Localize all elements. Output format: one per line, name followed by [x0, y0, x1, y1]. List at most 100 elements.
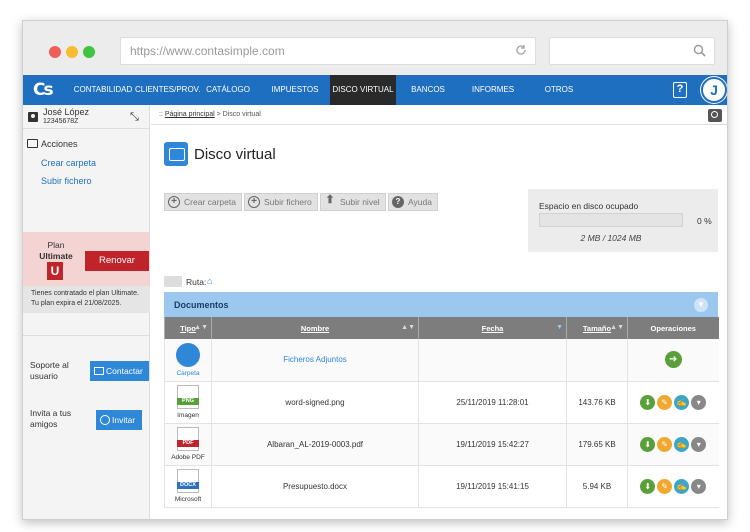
sign-icon[interactable]: ✍ [674, 436, 690, 452]
nav-catalogo[interactable]: CATÁLOGO [203, 75, 253, 105]
breadcrumb-bar: :: Página principal > Disco virtual [151, 105, 727, 125]
more-options-icon[interactable]: ▾ [691, 436, 707, 452]
page-search-icon[interactable] [708, 109, 722, 122]
path-label: Ruta: [186, 277, 207, 287]
folder-outline-icon [27, 139, 38, 148]
documents-header: Documentos ▼ [164, 292, 718, 317]
nav-bancos[interactable]: BANCOS [403, 75, 453, 105]
folder-icon [176, 342, 200, 367]
contasimple-logo[interactable]: Cs [33, 79, 55, 101]
more-options-icon[interactable]: ▾ [691, 478, 707, 494]
nav-disco-virtual[interactable]: DISCO VIRTUAL [330, 75, 396, 105]
disk-usage-bar [539, 213, 683, 227]
breadcrumb-home-link[interactable]: Página principal [165, 111, 215, 118]
table-row[interactable]: DOCX Microsoft Presupuesto.docx 19/11/201… [164, 465, 719, 508]
search-icon [693, 44, 706, 57]
plus-icon: + [168, 196, 180, 208]
sign-icon[interactable]: ✍ [674, 394, 690, 410]
question-icon: ? [392, 196, 404, 208]
user-name: José López [43, 107, 90, 117]
collapse-icon[interactable]: ⤡ [130, 111, 139, 124]
user-avatar[interactable]: J [701, 77, 727, 103]
type-label: Carpeta [176, 369, 200, 377]
breadcrumb: :: Página principal > Disco virtual [159, 111, 261, 118]
col-nombre-label: Nombre [300, 323, 330, 333]
col-tamano[interactable]: Tamaño ▲▼ [566, 317, 628, 339]
virtual-disk-icon [164, 142, 188, 166]
plus-icon: + [248, 196, 260, 208]
contact-button[interactable]: Contactar [90, 361, 149, 381]
renew-button[interactable]: Renovar [85, 251, 149, 271]
row-date: 25/11/2019 11:28:01 [418, 381, 567, 424]
breadcrumb-separator: > [216, 111, 221, 118]
reload-icon[interactable] [515, 44, 527, 56]
up-level-button[interactable]: ⬆ Subir nivel [320, 193, 386, 211]
up-level-label: Subir nivel [340, 197, 380, 207]
sort-icon: ▲▼ [610, 324, 624, 331]
help-icon[interactable]: ? [673, 82, 687, 98]
address-text: https://www.contasimple.com [130, 44, 285, 58]
nav-otros[interactable]: OTROS [535, 75, 583, 105]
upload-file-button[interactable]: + Subir fichero [244, 193, 318, 211]
col-fecha[interactable]: Fecha ▼ [418, 317, 567, 339]
page-title: Disco virtual [194, 146, 276, 163]
nav-clientes[interactable]: CLIENTES/PROV. [135, 75, 201, 105]
user-id: 12345678Z [43, 118, 79, 125]
row-name[interactable]: word-signed.png [211, 381, 419, 424]
sidebar-create-folder-link[interactable]: Crear carpeta [41, 158, 96, 168]
row-name[interactable]: Presupuesto.docx [211, 465, 419, 508]
row-name[interactable]: Ficheros Adjuntos [211, 339, 419, 382]
row-size: 5.94 KB [566, 465, 628, 508]
nav-informes[interactable]: INFORMES [467, 75, 519, 105]
edit-icon[interactable]: ✎ [657, 394, 673, 410]
documents-title: Documentos [174, 300, 229, 310]
actions-title: Acciones [41, 139, 78, 149]
nav-contabilidad[interactable]: CONTABILIDAD [71, 75, 135, 105]
invite-button[interactable]: Invitar [96, 410, 142, 430]
open-folder-icon[interactable]: ➜ [664, 351, 682, 369]
row-date: 19/11/2019 15:41:15 [418, 465, 567, 508]
help-button[interactable]: ? Ayuda [388, 193, 438, 211]
row-name[interactable]: Albaran_AL-2019-0003.pdf [211, 423, 419, 466]
row-type: Carpeta [164, 339, 212, 382]
edit-icon[interactable]: ✎ [657, 478, 673, 494]
download-icon[interactable]: ⬇ [640, 394, 656, 410]
sign-icon[interactable]: ✍ [674, 478, 690, 494]
download-icon[interactable]: ⬇ [640, 478, 656, 494]
col-tipo[interactable]: Tipo ▲▼ [164, 317, 212, 339]
folder-name-link[interactable]: Ficheros Adjuntos [283, 355, 347, 364]
create-folder-button[interactable]: + Crear carpeta [164, 193, 242, 211]
close-window-button[interactable] [49, 46, 61, 58]
nav-impuestos[interactable]: IMPUESTOS [265, 75, 325, 105]
browser-window: https://www.contasimple.com Cs CONTABILI… [22, 20, 728, 520]
col-nombre[interactable]: Nombre ▲▼ [211, 317, 419, 339]
browser-search-field[interactable] [549, 37, 715, 65]
image-file-icon: PNG [177, 385, 199, 409]
documents-table: Tipo ▲▼ Nombre ▲▼ Fecha ▼ Tamaño ▲▼ Operacio… [164, 317, 719, 508]
invite-line-1: Invita a tus [30, 408, 72, 418]
download-icon[interactable]: ⬇ [640, 436, 656, 452]
address-bar[interactable]: https://www.contasimple.com [120, 37, 536, 65]
filter-icon[interactable]: ▼ [694, 298, 708, 312]
table-row[interactable]: PNG Imagen word-signed.png 25/11/2019 11:… [164, 381, 719, 424]
sidebar-upload-file-link[interactable]: Subir fichero [41, 176, 92, 186]
table-row[interactable]: PDF Adobe PDF Albaran_AL-2019-0003.pdf 19… [164, 423, 719, 466]
row-date [418, 339, 567, 382]
row-ops: ⬇ ✎ ✍ ▾ [627, 465, 719, 508]
file-tag: PNG [177, 398, 199, 405]
row-date: 19/11/2019 15:42:27 [418, 423, 567, 466]
more-options-icon[interactable]: ▾ [691, 394, 707, 410]
row-ops: ➜ [627, 339, 719, 382]
pdf-file-icon: PDF [177, 427, 199, 451]
ruta-up-icon[interactable] [164, 276, 182, 287]
edit-icon[interactable]: ✎ [657, 436, 673, 452]
invite-label: Invitar [112, 415, 136, 425]
divider [23, 335, 150, 336]
home-icon[interactable]: ⌂ [207, 276, 212, 286]
table-row[interactable]: Carpeta Ficheros Adjuntos ➜ [164, 339, 719, 382]
maximize-window-button[interactable] [83, 46, 95, 58]
file-tag: DOCX [177, 482, 199, 489]
minimize-window-button[interactable] [66, 46, 78, 58]
disk-usage-panel: Espacio en disco ocupado 0 % 2 MB / 1024… [528, 189, 718, 252]
docx-file-icon: DOCX [177, 469, 199, 493]
